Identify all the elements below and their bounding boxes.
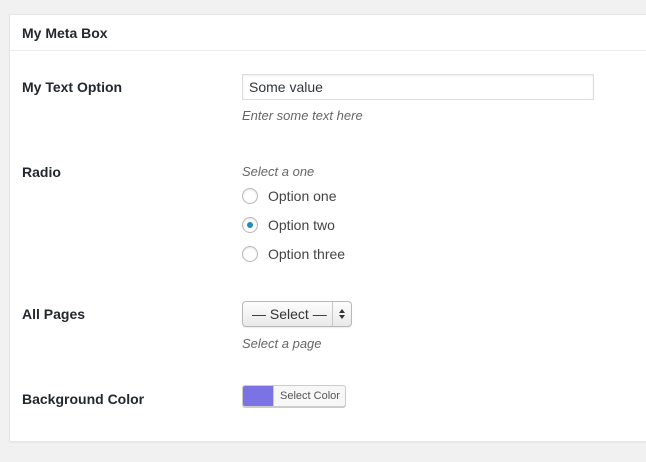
radio-option-label: Option two — [268, 216, 335, 233]
background-color-label: Background Color — [22, 391, 145, 407]
meta-box-header[interactable]: My Meta Box — [10, 15, 646, 51]
radio-button-option-two[interactable] — [242, 216, 258, 233]
color-swatch[interactable] — [243, 386, 274, 406]
radio-option-two[interactable]: Option two — [242, 210, 345, 239]
text-option-field: Enter some text here — [242, 74, 594, 123]
all-pages-label: All Pages — [22, 306, 86, 322]
radio-option-one[interactable]: Option one — [242, 181, 345, 210]
background-color-field: Select Color — [242, 385, 346, 407]
text-option-input[interactable] — [242, 74, 594, 100]
text-option-description: Enter some text here — [242, 108, 363, 123]
select-arrows-icon — [332, 302, 351, 326]
select-color-label: Select Color — [280, 390, 340, 402]
color-picker-button[interactable]: Select Color — [242, 385, 346, 407]
all-pages-description: Select a page — [242, 336, 322, 351]
meta-box-title: My Meta Box — [22, 24, 108, 41]
radio-button-option-one[interactable] — [242, 187, 258, 204]
radio-label: Radio — [22, 164, 61, 180]
radio-button-option-three[interactable] — [242, 245, 258, 262]
radio-option-three[interactable]: Option three — [242, 239, 345, 268]
page-select[interactable]: — Select — — [242, 301, 352, 327]
radio-description: Select a one — [242, 164, 315, 179]
page-select-value: — Select — — [252, 306, 327, 322]
meta-box: My Meta Box My Text Option Enter some te… — [9, 14, 646, 442]
radio-option-label: Option one — [268, 187, 337, 204]
text-option-label: My Text Option — [22, 79, 123, 95]
radio-option-label: Option three — [268, 245, 346, 262]
all-pages-field: — Select — Select a page — [242, 301, 352, 351]
radio-field: Select a one Option one Option two Optio… — [242, 164, 345, 268]
